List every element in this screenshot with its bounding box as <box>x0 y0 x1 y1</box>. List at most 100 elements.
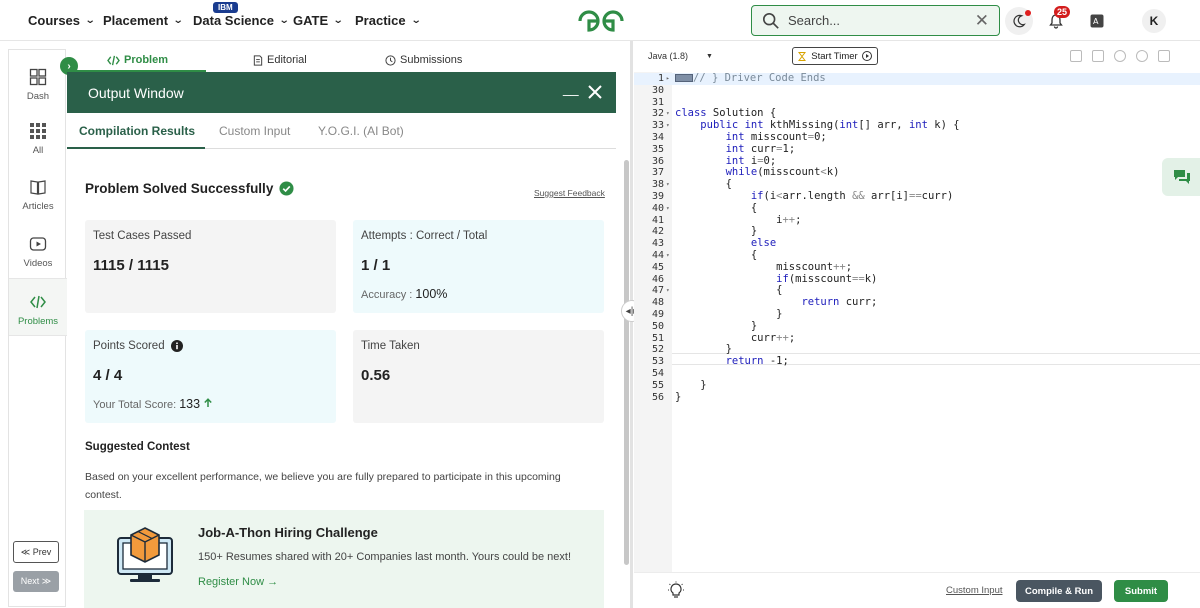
next-button[interactable]: Next ≫ <box>13 571 59 592</box>
code-line[interactable]: 54 <box>634 368 1200 380</box>
chat-button[interactable] <box>1162 158 1200 196</box>
fold-toggle-icon[interactable]: ▾ <box>666 203 670 215</box>
theme-toggle-button[interactable] <box>1005 7 1033 35</box>
translate-icon: A <box>1090 14 1104 28</box>
clock-icon <box>385 54 396 66</box>
points-label-row: Points Scored <box>93 340 183 352</box>
line-number: 41 <box>651 214 664 226</box>
points-value: 4 / 4 <box>93 367 123 384</box>
points-label: Points Scored <box>93 340 165 352</box>
book-icon <box>30 180 46 195</box>
fullscreen-icon[interactable] <box>1158 50 1170 62</box>
fold-toggle-icon[interactable]: ▾ <box>666 250 670 262</box>
line-number: 32 <box>651 108 664 120</box>
nav-placement[interactable]: Placement ⌄ <box>103 13 184 28</box>
tab-submissions[interactable]: Submissions <box>385 49 462 71</box>
nav-data-science[interactable]: Data Science ⌄ <box>193 13 290 28</box>
export-icon[interactable] <box>1092 50 1104 62</box>
nav-courses-label: Courses <box>28 13 81 28</box>
translate-button[interactable]: A <box>1083 7 1111 35</box>
panel-splitter[interactable] <box>630 41 633 608</box>
test-cases-card: Test Cases Passed 1115 / 1115 <box>85 220 336 313</box>
suggest-feedback-link[interactable]: Suggest Feedback <box>534 188 605 198</box>
close-icon[interactable] <box>587 84 603 100</box>
computer-package-icon <box>117 527 173 582</box>
tab-problem[interactable]: Problem <box>107 49 168 71</box>
sidebar-item-articles[interactable]: Articles <box>9 178 67 212</box>
arrow-up-icon <box>204 398 212 407</box>
clear-icon[interactable]: ✕ <box>975 11 989 31</box>
fold-toggle-icon[interactable]: ▾ <box>666 120 670 132</box>
sidebar-item-dash[interactable]: Dash <box>9 68 67 102</box>
line-number: 52 <box>651 344 664 356</box>
chevron-down-icon: ⌄ <box>84 15 96 26</box>
lightbulb-icon[interactable] <box>667 581 685 599</box>
tab-custom-input[interactable]: Custom Input <box>219 124 290 138</box>
alert-dot <box>1025 10 1031 16</box>
code-line[interactable]: 1 ▸ // } Driver Code Ends <box>634 72 1200 85</box>
code-line[interactable]: 30 <box>634 85 1200 97</box>
tab-compilation-results[interactable]: Compilation Results <box>79 124 195 138</box>
settings-icon[interactable] <box>1114 50 1126 62</box>
register-now-link[interactable]: Register Now → <box>198 576 278 588</box>
nav-gate[interactable]: GATE ⌄ <box>293 13 344 28</box>
jobathon-description: 150+ Resumes shared with 20+ Companies l… <box>198 551 572 563</box>
search-input[interactable] <box>788 13 968 28</box>
jobathon-card[interactable]: Job-A-Thon Hiring Challenge 150+ Resumes… <box>84 510 604 608</box>
code-text: return -1; <box>725 355 789 368</box>
hourglass-icon <box>798 51 807 61</box>
code-line[interactable]: 55 } <box>634 379 1200 392</box>
geeksforgeeks-logo[interactable] <box>576 8 626 34</box>
tab-editorial-label: Editorial <box>267 54 307 66</box>
output-scrollbar[interactable] <box>624 160 629 565</box>
tab-yogi-ai-bot[interactable]: Y.O.G.I. (AI Bot) <box>318 124 404 138</box>
attempts-label: Attempts : Correct / Total <box>361 230 488 242</box>
code-line[interactable]: 53 return -1; <box>634 355 1200 368</box>
sidebar-item-label: All <box>32 145 44 156</box>
nav-courses[interactable]: Courses ⌄ <box>28 13 96 28</box>
search-box[interactable]: ✕ <box>751 5 1000 36</box>
nav-practice[interactable]: Practice ⌄ <box>355 13 421 28</box>
total-score-value: 133 <box>179 397 201 411</box>
minimize-icon[interactable]: __ <box>563 80 579 96</box>
nav-placement-label: Placement <box>103 13 169 28</box>
output-window-title: Output Window <box>88 85 184 101</box>
custom-input-link[interactable]: Custom Input <box>946 585 1003 596</box>
info-icon[interactable] <box>170 340 183 352</box>
code-text: // } Driver Code Ends <box>675 72 826 85</box>
sidebar-item-videos[interactable]: Videos <box>9 235 67 269</box>
start-timer-button[interactable]: Start Timer <box>792 47 878 65</box>
time-taken-label: Time Taken <box>361 340 420 352</box>
nav-practice-label: Practice <box>355 13 406 28</box>
chevron-right-icon: › <box>67 60 71 72</box>
sidebar-item-problems[interactable]: Problems <box>9 278 67 336</box>
chevron-down-icon: ⌄ <box>172 15 184 26</box>
editor-tool-icons <box>1070 50 1170 62</box>
tab-editorial[interactable]: Editorial <box>253 49 307 71</box>
copy-icon[interactable] <box>1070 50 1082 62</box>
code-line[interactable]: 56} <box>634 391 1200 404</box>
avatar[interactable]: K <box>1142 9 1166 33</box>
time-taken-card: Time Taken 0.56 <box>353 330 604 423</box>
sidebar-item-all[interactable]: All <box>9 122 67 156</box>
start-timer-label: Start Timer <box>811 50 858 62</box>
compilation-results-panel: Problem Solved Successfully Suggest Feed… <box>67 150 616 608</box>
fold-toggle-icon[interactable]: ▾ <box>666 285 670 297</box>
submit-button[interactable]: Submit <box>1114 580 1168 602</box>
fold-toggle-icon[interactable]: ▾ <box>666 108 670 120</box>
check-circle-icon <box>279 181 294 196</box>
line-number: 30 <box>651 84 664 96</box>
fold-toggle-icon[interactable]: ▸ <box>666 73 670 85</box>
prev-button[interactable]: ≪ Prev <box>13 541 59 563</box>
folded-region-marker[interactable] <box>675 74 693 82</box>
document-icon <box>253 54 263 66</box>
chat-icon <box>1174 170 1190 184</box>
attempts-value: 1 / 1 <box>361 257 391 274</box>
reset-icon[interactable] <box>1136 50 1148 62</box>
language-select[interactable]: Java (1.8) ▼ <box>648 47 730 65</box>
status-title-text: Problem Solved Successfully <box>85 181 274 196</box>
grid-icon <box>30 123 46 139</box>
compile-run-button[interactable]: Compile & Run <box>1016 580 1102 602</box>
fold-toggle-icon[interactable]: ▾ <box>666 179 670 191</box>
line-number: 42 <box>651 226 664 238</box>
